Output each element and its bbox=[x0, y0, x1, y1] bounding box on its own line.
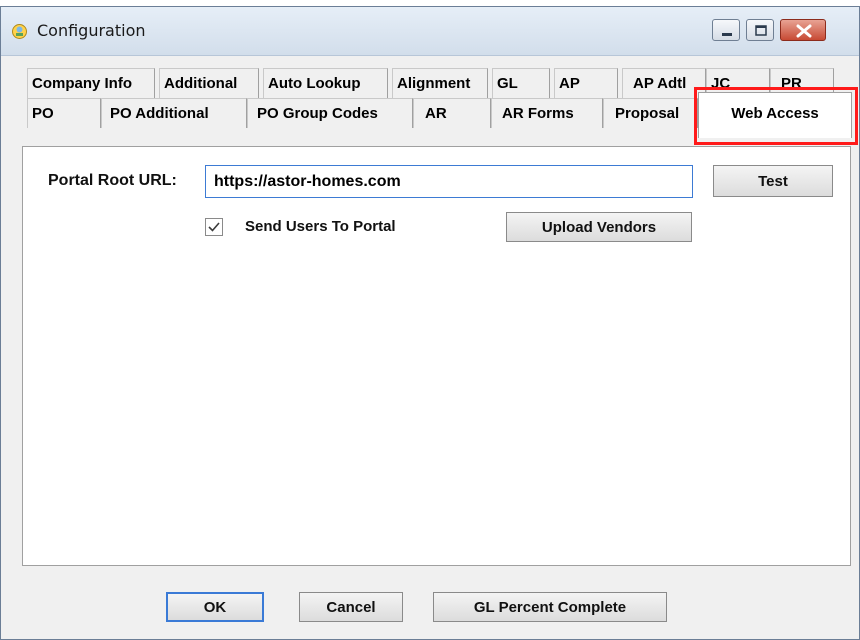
tab-label: Additional bbox=[164, 75, 238, 92]
tab-label: AR bbox=[425, 105, 447, 122]
tab-label: Alignment bbox=[397, 75, 471, 92]
close-icon bbox=[796, 24, 812, 38]
tab-proposal[interactable]: Proposal bbox=[603, 98, 698, 128]
maximize-icon bbox=[755, 25, 767, 36]
tab-ar[interactable]: AR bbox=[413, 98, 491, 128]
title-bar[interactable]: Configuration bbox=[1, 7, 859, 56]
send-users-label: Send Users To Portal bbox=[245, 218, 396, 235]
tab-additional[interactable]: Additional bbox=[159, 68, 259, 98]
tab-label: Company Info bbox=[32, 75, 132, 92]
tab-label: PO Additional bbox=[110, 105, 209, 122]
close-button[interactable] bbox=[780, 19, 826, 41]
web-access-panel bbox=[22, 146, 851, 566]
maximize-button[interactable] bbox=[746, 19, 774, 41]
tab-label: AP Adtl bbox=[633, 75, 687, 92]
tab-label: PO bbox=[32, 105, 54, 122]
tab-label: Auto Lookup bbox=[268, 75, 361, 92]
tab-po-additional[interactable]: PO Additional bbox=[101, 98, 247, 128]
tab-label: Proposal bbox=[615, 105, 680, 122]
tab-ar-forms[interactable]: AR Forms bbox=[491, 98, 603, 128]
tab-label: PO Group Codes bbox=[257, 105, 378, 122]
tab-label: AR Forms bbox=[502, 105, 574, 122]
tab-ap[interactable]: AP bbox=[554, 68, 618, 98]
window-title: Configuration bbox=[37, 21, 146, 40]
tab-po-group-codes[interactable]: PO Group Codes bbox=[247, 98, 413, 128]
gl-percent-complete-button[interactable]: GL Percent Complete bbox=[433, 592, 667, 622]
tab-gl[interactable]: GL bbox=[492, 68, 550, 98]
tab-label: GL bbox=[497, 75, 518, 92]
minimize-icon bbox=[722, 33, 732, 36]
cancel-button[interactable]: Cancel bbox=[299, 592, 403, 622]
tab-company-info[interactable]: Company Info bbox=[27, 68, 155, 98]
portal-root-url-label: Portal Root URL: bbox=[48, 172, 177, 189]
ok-button[interactable]: OK bbox=[166, 592, 264, 622]
tab-po[interactable]: PO bbox=[27, 98, 101, 128]
send-users-checkbox[interactable] bbox=[205, 218, 223, 236]
upload-vendors-button[interactable]: Upload Vendors bbox=[506, 212, 692, 242]
test-button[interactable]: Test bbox=[713, 165, 833, 197]
tab-auto-lookup[interactable]: Auto Lookup bbox=[263, 68, 388, 98]
portal-root-url-input[interactable] bbox=[205, 165, 693, 198]
web-access-highlight bbox=[694, 87, 858, 145]
minimize-button[interactable] bbox=[712, 19, 740, 41]
tab-alignment[interactable]: Alignment bbox=[392, 68, 488, 98]
app-icon bbox=[12, 24, 27, 39]
tab-label: AP bbox=[559, 75, 580, 92]
checkmark-icon bbox=[208, 222, 220, 232]
